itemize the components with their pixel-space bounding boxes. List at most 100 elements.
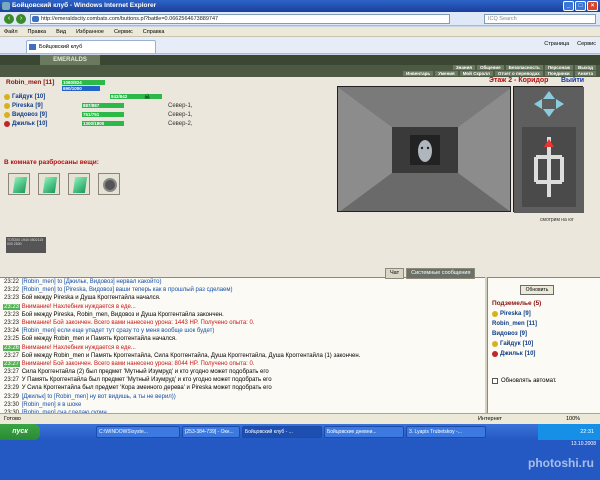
chat-message: 23:23 Бой между Pireska, Robin_men, Видо… xyxy=(0,311,485,319)
player-item[interactable]: Pireska [9] xyxy=(492,311,531,317)
chat-message: 23:29 У Сила Кроггентайла был предмет 'К… xyxy=(0,384,485,392)
taskbar-item[interactable]: 3. Lyapis Trubetskoy -... xyxy=(406,426,486,438)
chat-timestamp[interactable]: 23:27 xyxy=(3,369,20,375)
emerald-icon xyxy=(12,177,28,193)
chat-timestamp[interactable]: 23:29 xyxy=(3,394,20,400)
menu-help[interactable]: Справка xyxy=(143,27,165,36)
search-input[interactable]: ICQ Search xyxy=(484,14,596,24)
service-menu[interactable]: Сервис xyxy=(577,41,596,47)
auto-update[interactable]: Обновлять автомат. xyxy=(492,378,557,384)
clan-icon xyxy=(4,103,10,109)
chat-timestamp[interactable]: 23:27 xyxy=(3,377,20,383)
ie-icon xyxy=(2,2,10,10)
menu-tools[interactable]: Сервис xyxy=(114,27,133,36)
chat-timestamp[interactable]: 23:27 xyxy=(3,360,21,367)
menu-skills[interactable]: Умения xyxy=(435,71,458,76)
browser-window: Бойцовский клуб - Windows Internet Explo… xyxy=(0,0,600,480)
refresh-button[interactable]: Обновить xyxy=(520,285,554,295)
forward-button[interactable]: › xyxy=(16,14,26,24)
minimap xyxy=(514,87,584,213)
player-item[interactable]: Robin_men [11] xyxy=(492,321,537,327)
emerald-item[interactable] xyxy=(68,173,90,195)
menu-my-scroll[interactable]: Мой Скролл xyxy=(459,71,493,76)
page-icon xyxy=(32,16,39,22)
menu-file[interactable]: Файл xyxy=(4,27,18,36)
address-bar[interactable]: http://emeraldscity.combats.com/buttons.… xyxy=(30,14,450,24)
menu-inventory[interactable]: Инвентарь xyxy=(403,71,434,76)
chat-timestamp[interactable]: 23:27 xyxy=(3,353,20,359)
location-panel: Этаж 2 - Коридор Выйти смотрим на юг xyxy=(335,77,600,277)
dungeon-map xyxy=(513,86,584,213)
party-hp: 751/751 xyxy=(83,112,100,117)
auto-update-checkbox[interactable] xyxy=(492,378,498,384)
page-menu[interactable]: Страница xyxy=(544,41,569,47)
chat-message: 23:24 [Robin_men] если еще упадет тут ср… xyxy=(0,327,485,335)
window-title: Бойцовский клуб - Windows Internet Explo… xyxy=(12,2,157,9)
player-item[interactable]: Джильк [10] xyxy=(492,351,535,357)
chat-timestamp[interactable]: 23:30 xyxy=(3,402,20,408)
minimize-button[interactable]: _ xyxy=(563,1,574,11)
chat-text: Бой между Pireska, Robin_men, Видовоз и … xyxy=(21,311,224,318)
dungeon-view[interactable] xyxy=(337,86,511,212)
chat-timestamp[interactable]: 23:23 xyxy=(3,295,20,301)
party-hp: 887/887 xyxy=(83,103,100,108)
tab-combats[interactable]: Бойцовский клуб xyxy=(26,40,156,53)
search-placeholder: ICQ Search xyxy=(488,16,517,22)
menu-knowledge[interactable]: Знания xyxy=(452,65,476,70)
maximize-button[interactable]: □ xyxy=(575,1,586,11)
chat-text: Сила Кроггентайла (2) был предмет 'Мутны… xyxy=(21,369,269,376)
chat-timestamp[interactable]: 23:29 xyxy=(3,385,20,391)
emerald-icon xyxy=(72,177,88,193)
menu-communication[interactable]: Общение xyxy=(477,65,504,70)
chat-log[interactable]: 23:22 [Robin_men] to [Джильк, Видовоз] н… xyxy=(0,277,485,413)
date: 13.10.2008 xyxy=(570,441,596,447)
menu-transfer-report[interactable]: Отчет о переводах xyxy=(494,71,543,76)
emerald-item[interactable] xyxy=(38,173,60,195)
back-button[interactable]: ‹ xyxy=(4,14,14,24)
chat-timestamp[interactable]: 23:23 xyxy=(3,312,20,318)
tab-chat[interactable]: Чат xyxy=(385,268,405,279)
menu-view[interactable]: Вид xyxy=(56,27,66,36)
enemy-row[interactable]: Гайдук [10] xyxy=(4,94,45,100)
menu-security[interactable]: Безопасность xyxy=(505,65,543,70)
character-name[interactable]: Robin_men [11] xyxy=(6,79,54,86)
taskbar-item[interactable]: Бойцовские дневни... xyxy=(324,426,404,438)
party-row[interactable]: Джильк [10] xyxy=(4,121,47,127)
menu-profile[interactable]: Анкета xyxy=(574,71,596,76)
tab-system-messages[interactable]: Системные сообщения xyxy=(406,268,476,279)
clan-icon xyxy=(4,121,10,127)
exit-link[interactable]: Выйти xyxy=(561,77,584,84)
taskbar-item[interactable]: [253-384-739] - Окн... xyxy=(182,426,240,438)
start-button[interactable]: пуск xyxy=(0,424,40,440)
clock: 22:31 xyxy=(580,429,594,435)
look-direction: смотрим на юг xyxy=(540,217,574,223)
party-row[interactable]: Pireska [9] xyxy=(4,103,43,109)
taskbar-item[interactable]: C:\WINDOWS\syste... xyxy=(96,426,180,438)
game-logo: EMERALDS xyxy=(40,55,100,65)
bark-icon xyxy=(103,178,117,192)
zoom-level[interactable]: 100% xyxy=(566,414,580,424)
chat-timestamp[interactable]: 23:26 xyxy=(3,344,21,351)
emerald-item[interactable] xyxy=(8,173,30,195)
chat-timestamp[interactable]: 23:23 xyxy=(3,303,21,310)
taskbar-item-active[interactable]: Бойцовский клуб - ... xyxy=(242,426,322,438)
chat-timestamp[interactable]: 23:23 xyxy=(3,320,20,326)
chat-text: Внимание! Бой закончен. Всего вами нанес… xyxy=(21,360,255,367)
chat-timestamp[interactable]: 23:22 xyxy=(3,279,20,285)
menu-edit[interactable]: Правка xyxy=(28,27,47,36)
close-button[interactable]: × xyxy=(587,1,598,11)
ghost-sprite[interactable] xyxy=(418,140,432,162)
chat-timestamp[interactable]: 23:22 xyxy=(3,287,20,293)
menu-character[interactable]: Персонаж xyxy=(544,65,573,70)
player-item[interactable]: Видовоз [9] xyxy=(492,331,527,337)
chat-message: 23:22 [Robin_men] to [Pireska, Видовоз] … xyxy=(0,286,485,294)
menu-duels[interactable]: Поединки xyxy=(544,71,573,76)
bark-item[interactable] xyxy=(98,173,120,195)
party-row[interactable]: Видовоз [9] xyxy=(4,112,47,118)
menu-exit[interactable]: Выход xyxy=(574,65,596,70)
chat-message: 23:23 Бой между Pireska и Душа Кроггента… xyxy=(0,294,485,302)
player-item[interactable]: Гайдук [10] xyxy=(492,341,533,347)
chat-timestamp[interactable]: 23:25 xyxy=(3,336,20,342)
chat-timestamp[interactable]: 23:24 xyxy=(3,328,20,334)
menu-favorites[interactable]: Избранное xyxy=(76,27,104,36)
